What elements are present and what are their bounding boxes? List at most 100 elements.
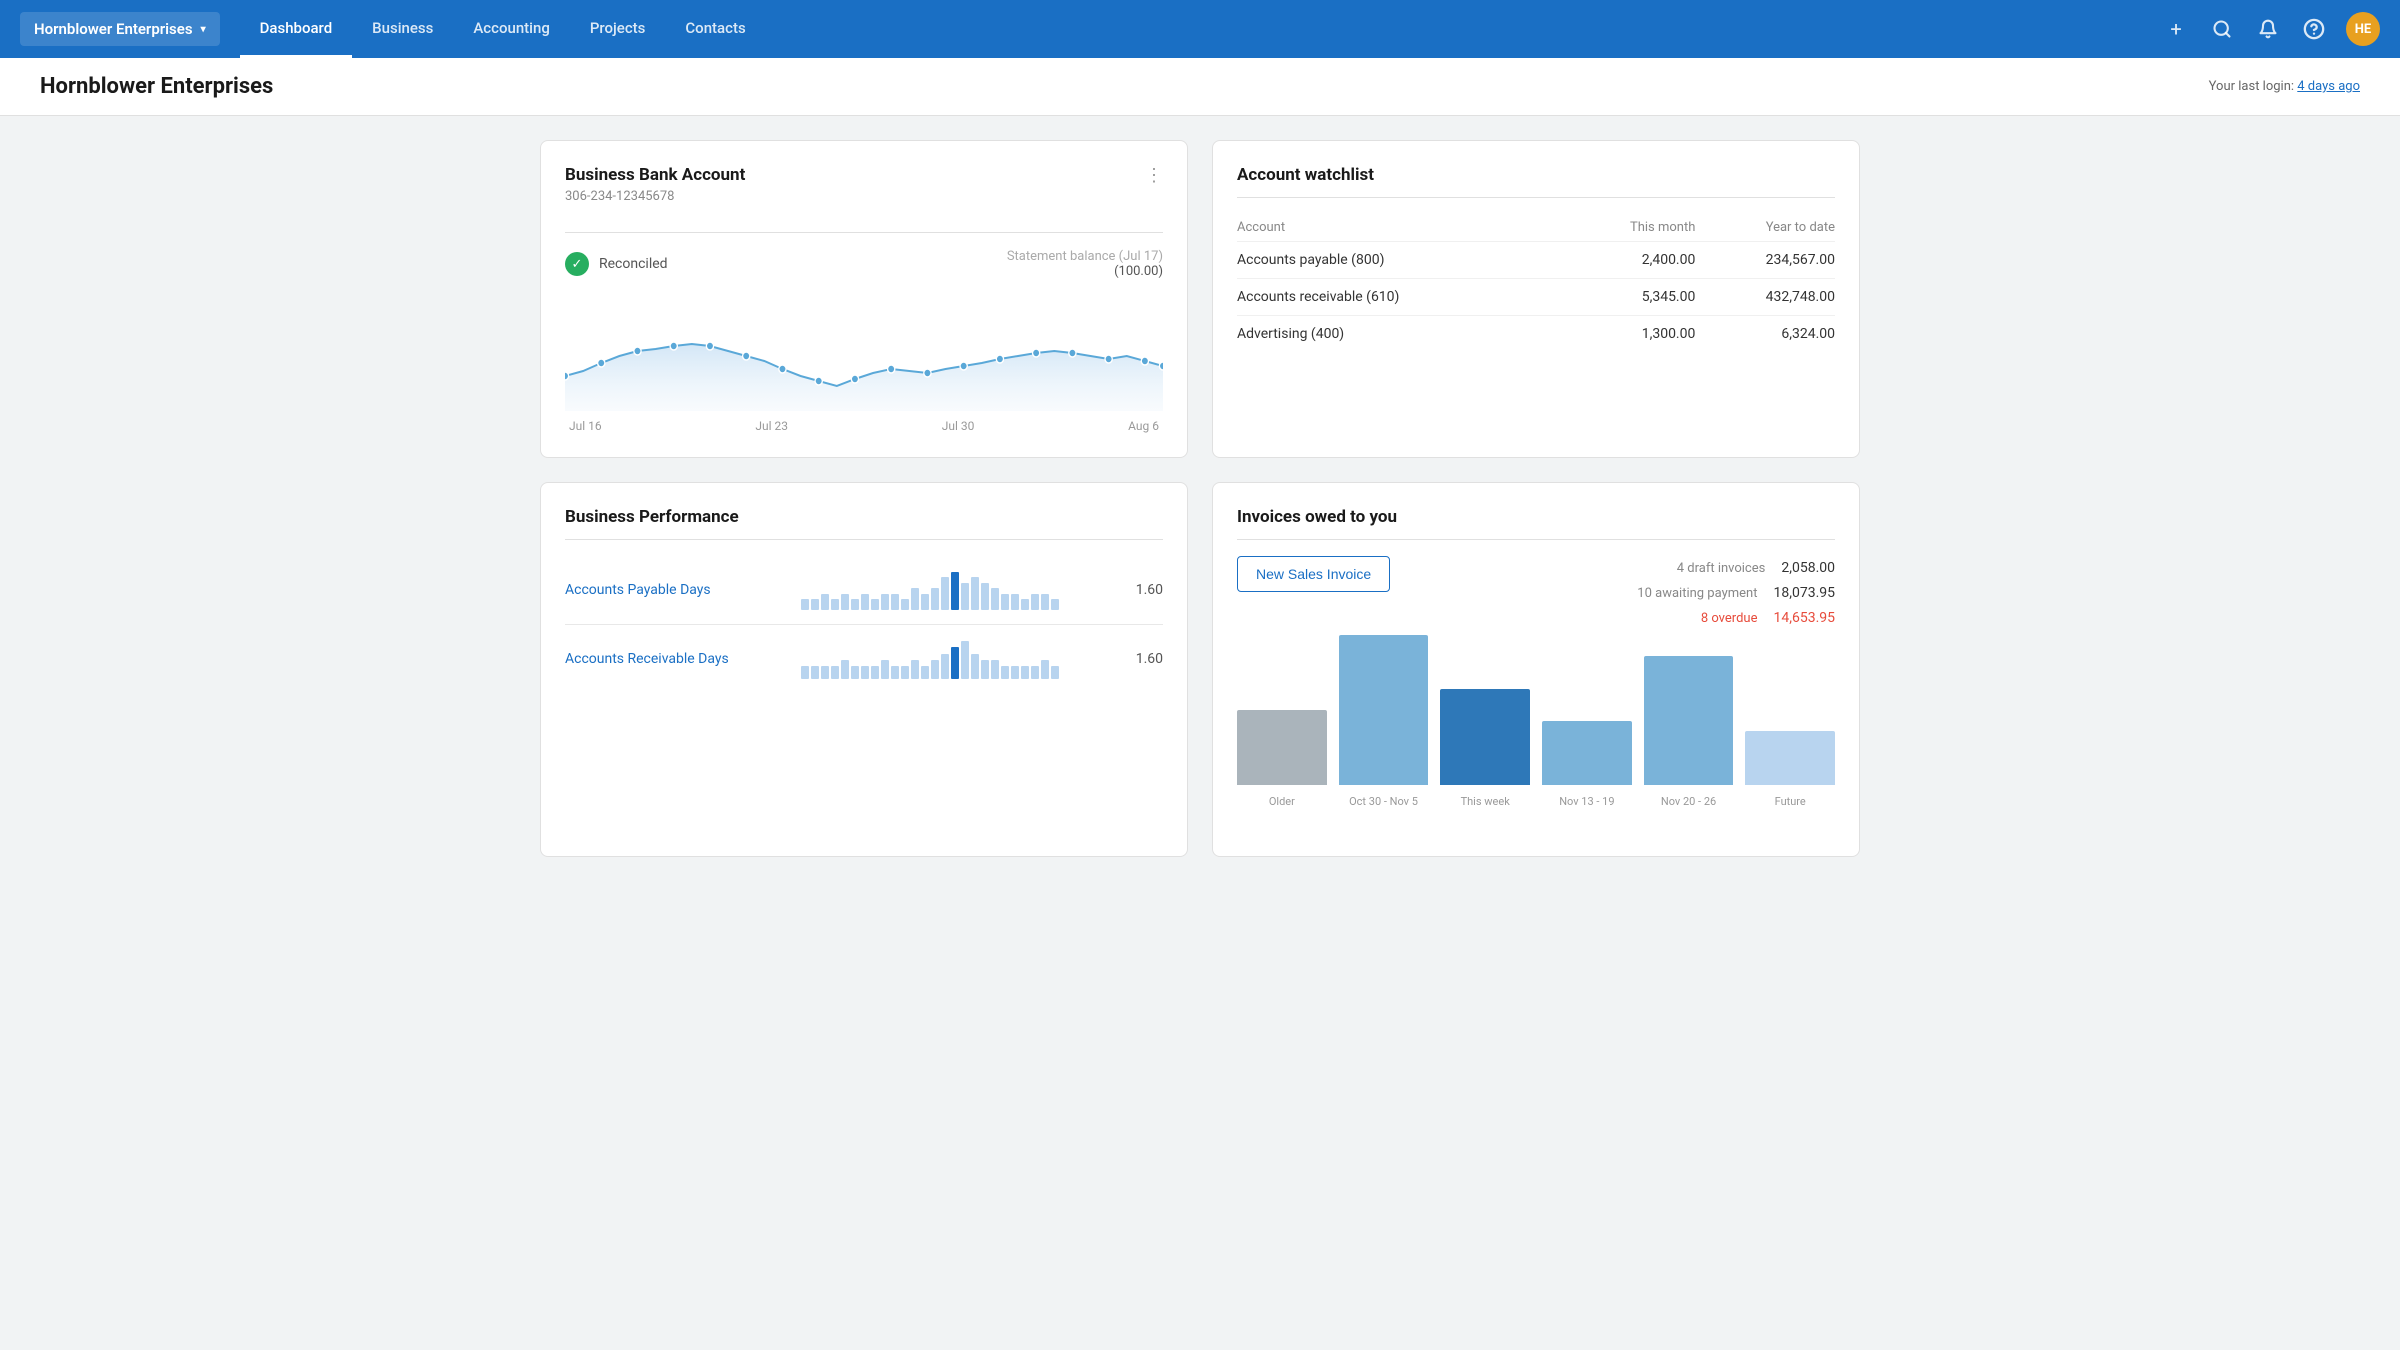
watchlist-title: Account watchlist (1237, 165, 1835, 185)
perf-bar (971, 654, 979, 679)
performance-row: Accounts Payable Days 1.60 (565, 556, 1163, 625)
bar-group: This week (1440, 689, 1530, 808)
perf-bar (891, 594, 899, 610)
watchlist-col-account: Account (1237, 214, 1564, 242)
search-icon[interactable] (2208, 15, 2236, 43)
bar-label: Older (1269, 795, 1295, 808)
perf-bar (881, 660, 889, 679)
nav-dashboard[interactable]: Dashboard (240, 1, 353, 58)
nav-contacts[interactable]: Contacts (665, 1, 765, 58)
bar-rect (1542, 721, 1632, 785)
watchlist-account: Accounts payable (800) (1237, 242, 1564, 279)
watchlist-row: Advertising (400) 1,300.00 6,324.00 (1237, 316, 1835, 353)
chart-label-0: Jul 16 (569, 419, 602, 433)
watchlist-row: Accounts payable (800) 2,400.00 234,567.… (1237, 242, 1835, 279)
perf-bar (861, 666, 869, 679)
draft-value: 2,058.00 (1781, 556, 1835, 581)
perf-bar (941, 654, 949, 679)
invoice-bar-chart: Older Oct 30 - Nov 5 This week Nov 13 - … (1237, 652, 1835, 832)
invoice-stats: 4 draft invoices 2,058.00 10 awaiting pa… (1637, 556, 1835, 632)
perf-bar (1041, 594, 1049, 610)
perf-bar (861, 594, 869, 610)
nav-brand[interactable]: Hornblower Enterprises ▾ (20, 12, 220, 46)
perf-bar (921, 594, 929, 610)
perf-bar (821, 594, 829, 610)
perf-bar (891, 666, 899, 679)
perf-bar (901, 666, 909, 679)
bell-icon[interactable] (2254, 15, 2282, 43)
perf-bar (1001, 594, 1009, 610)
perf-bar (1031, 594, 1039, 610)
bar-group: Older (1237, 710, 1327, 808)
perf-bar (811, 666, 819, 679)
perf-bar (1031, 666, 1039, 679)
perf-bar (811, 599, 819, 610)
perf-bar (1021, 599, 1029, 610)
chart-label-2: Jul 30 (942, 419, 975, 433)
bar-rect (1237, 710, 1327, 785)
bar-label: Nov 13 - 19 (1559, 795, 1614, 808)
last-login: Your last login: 4 days ago (2209, 79, 2360, 94)
perf-label[interactable]: Accounts Receivable Days (565, 651, 785, 667)
perf-bar (871, 599, 879, 610)
brand-label: Hornblower Enterprises (34, 20, 193, 38)
reconciled-left: ✓ Reconciled (565, 252, 668, 276)
watchlist-account: Accounts receivable (610) (1237, 279, 1564, 316)
perf-bar (991, 660, 999, 679)
nav-business[interactable]: Business (352, 1, 453, 58)
draft-label: 4 draft invoices (1677, 557, 1766, 580)
bar-rect (1339, 635, 1429, 785)
bar-label: Nov 20 - 26 (1661, 795, 1716, 808)
perf-bar (801, 666, 809, 679)
perf-bar (1011, 666, 1019, 679)
bar-rect (1440, 689, 1530, 785)
page-header: Hornblower Enterprises Your last login: … (0, 58, 2400, 116)
perf-bar (841, 594, 849, 610)
statement-info: Statement balance (Jul 17) (100.00) (1007, 249, 1163, 279)
help-icon[interactable] (2300, 15, 2328, 43)
perf-label[interactable]: Accounts Payable Days (565, 582, 785, 598)
performance-title: Business Performance (565, 507, 1163, 527)
invoices-title: Invoices owed to you (1237, 507, 1835, 527)
sparkline-chart (565, 291, 1163, 411)
navbar: Hornblower Enterprises ▾ Dashboard Busin… (0, 0, 2400, 58)
awaiting-label: 10 awaiting payment (1637, 582, 1757, 605)
perf-bar (841, 660, 849, 679)
new-sales-invoice-button[interactable]: New Sales Invoice (1237, 556, 1390, 592)
watchlist-account: Advertising (400) (1237, 316, 1564, 353)
perf-bars (801, 639, 1107, 679)
perf-bar (991, 588, 999, 610)
perf-bar (931, 660, 939, 679)
performance-card: Business Performance Accounts Payable Da… (540, 482, 1188, 857)
statement-value: (100.00) (1007, 264, 1163, 279)
bar-label: Future (1775, 795, 1806, 808)
invoices-card: Invoices owed to you New Sales Invoice 4… (1212, 482, 1860, 857)
bank-menu-icon[interactable]: ⋮ (1145, 165, 1163, 186)
reconciled-label: Reconciled (599, 256, 668, 272)
bar-group: Future (1745, 731, 1835, 808)
perf-bar (941, 577, 949, 610)
reconciled-check-icon: ✓ (565, 252, 589, 276)
nav-links: Dashboard Business Accounting Projects C… (240, 1, 2162, 58)
bar-group: Oct 30 - Nov 5 (1339, 635, 1429, 808)
perf-bar (1051, 599, 1059, 610)
draft-stat-row: 4 draft invoices 2,058.00 (1637, 556, 1835, 581)
last-login-link[interactable]: 4 days ago (2297, 79, 2360, 94)
perf-bar (881, 594, 889, 610)
watchlist-ytd: 6,324.00 (1695, 316, 1835, 353)
main-content: Business Bank Account 306-234-12345678 ⋮… (500, 116, 1900, 881)
bank-header: Business Bank Account 306-234-12345678 ⋮ (565, 165, 1163, 220)
nav-projects[interactable]: Projects (570, 1, 666, 58)
user-avatar[interactable]: HE (2346, 12, 2380, 46)
perf-bar (1001, 666, 1009, 679)
performance-row: Accounts Receivable Days 1.60 (565, 625, 1163, 693)
brand-chevron: ▾ (201, 24, 206, 35)
bar-rect (1644, 656, 1734, 785)
sparkline-svg (565, 291, 1163, 411)
nav-accounting[interactable]: Accounting (453, 1, 569, 58)
perf-bar (981, 660, 989, 679)
watchlist-ytd: 234,567.00 (1695, 242, 1835, 279)
add-icon[interactable]: + (2162, 15, 2190, 43)
awaiting-value: 18,073.95 (1773, 581, 1835, 606)
statement-label: Statement balance (Jul 17) (1007, 249, 1163, 264)
